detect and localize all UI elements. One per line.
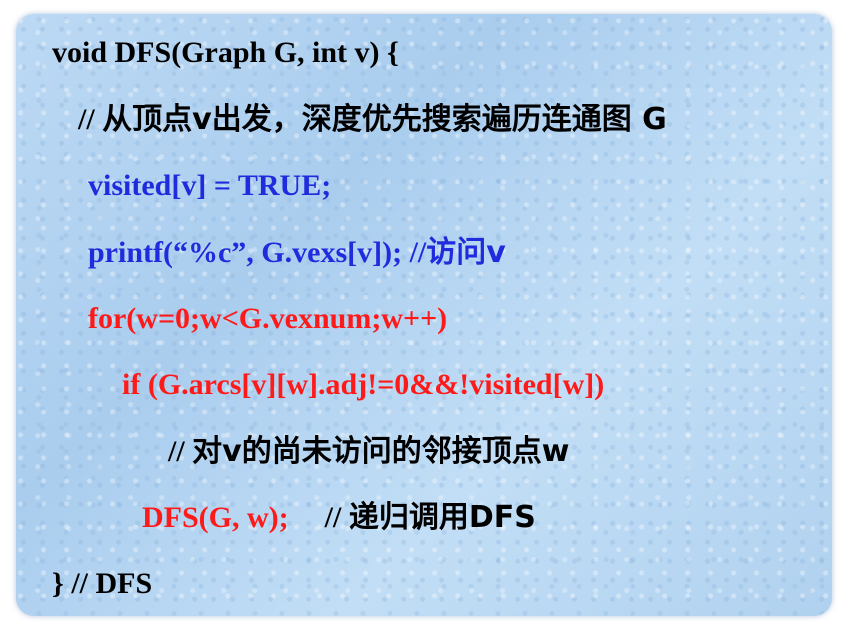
if-statement: if (G.arcs[v][w].adj!=0&&!visited[w]) bbox=[122, 368, 605, 401]
recursive-call-statement: DFS(G, w); bbox=[142, 501, 289, 534]
code-line-header-comment: // 从顶点v出发，深度优先搜索遍历连通图 G bbox=[78, 102, 667, 138]
code-line-recursive-call: DFS(G, w); // 递归调用DFS bbox=[142, 500, 536, 536]
code-line-visited: visited[v] = TRUE; bbox=[88, 168, 331, 204]
printf-comment-text: 访问v bbox=[426, 235, 506, 270]
code-line-if: if (G.arcs[v][w].adj!=0&&!visited[w]) bbox=[122, 367, 604, 403]
inner-comment-slashes: // bbox=[168, 435, 193, 468]
recursive-comment-slashes: // bbox=[324, 501, 349, 534]
code-line-inner-comment: // 对v的尚未访问的邻接顶点w bbox=[168, 434, 569, 470]
code-line-closing: } // DFS bbox=[52, 566, 152, 602]
header-comment-text: 从顶点v出发，深度优先搜索遍历连通图 G bbox=[102, 102, 667, 137]
printf-statement: printf(“%c”, G.vexs[v]); // bbox=[88, 236, 427, 269]
slide-frame: void DFS(Graph G, int v) { // 从顶点v出发，深度优… bbox=[0, 0, 848, 632]
signature-text: void DFS(Graph G, int v) { bbox=[52, 36, 399, 69]
for-statement: for(w=0;w<G.vexnum;w++) bbox=[88, 302, 448, 335]
visited-statement: visited[v] = TRUE; bbox=[88, 169, 332, 202]
code-line-signature: void DFS(Graph G, int v) { bbox=[52, 35, 399, 71]
recursive-comment-text: 递归调用DFS bbox=[348, 500, 536, 535]
comment-slashes: // bbox=[78, 103, 103, 136]
closing-brace-text: } // DFS bbox=[52, 567, 153, 600]
code-line-for: for(w=0;w<G.vexnum;w++) bbox=[88, 301, 447, 337]
inner-comment-text: 对v的尚未访问的邻接顶点w bbox=[192, 434, 570, 469]
code-line-printf: printf(“%c”, G.vexs[v]); //访问v bbox=[88, 235, 506, 271]
